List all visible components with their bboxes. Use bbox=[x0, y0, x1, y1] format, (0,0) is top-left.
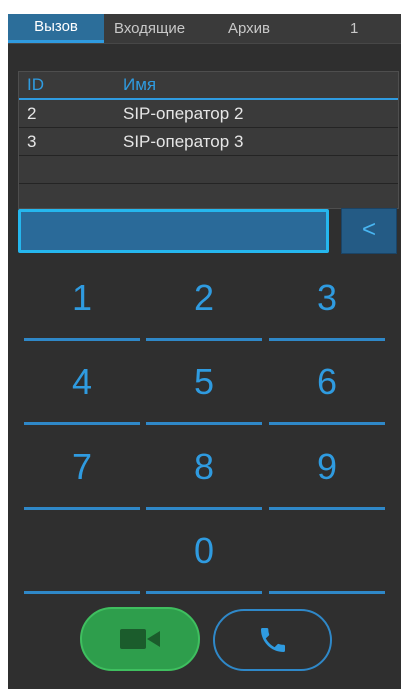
video-call-button[interactable] bbox=[80, 607, 200, 671]
row-id: 2 bbox=[27, 104, 37, 123]
keypad-key-5[interactable]: 5 bbox=[146, 351, 262, 427]
keypad-key-empty-left bbox=[24, 520, 140, 596]
table-header: ID Имя bbox=[19, 72, 398, 100]
keypad-key-empty-right bbox=[269, 520, 385, 596]
keypad-key-9[interactable]: 9 bbox=[269, 436, 385, 512]
row-name: SIP-оператор 2 bbox=[123, 104, 244, 123]
dial-number-input[interactable] bbox=[18, 209, 329, 253]
keypad-key-4[interactable]: 4 bbox=[24, 351, 140, 427]
voice-call-button[interactable] bbox=[213, 609, 332, 671]
keypad-key-0[interactable]: 0 bbox=[146, 520, 262, 596]
table-row-empty bbox=[19, 156, 398, 184]
row-id: 3 bbox=[27, 132, 37, 151]
table-row[interactable]: 3 SIP-оператор 3 bbox=[19, 128, 398, 156]
column-header-id: ID bbox=[27, 75, 44, 94]
video-camera-icon bbox=[120, 629, 160, 649]
operators-table: ID Имя 2 SIP-оператор 2 3 SIP-оператор 3 bbox=[18, 71, 399, 209]
row-name: SIP-оператор 3 bbox=[123, 132, 244, 151]
tab-archive[interactable]: Архив bbox=[228, 14, 270, 43]
phone-handset-icon bbox=[260, 628, 285, 652]
column-header-name: Имя bbox=[123, 75, 157, 94]
keypad-key-2[interactable]: 2 bbox=[146, 267, 262, 343]
phone-panel: Вызов Входящие Архив 1 ID Имя 2 SIP-опер… bbox=[8, 14, 401, 689]
keypad-key-8[interactable]: 8 bbox=[146, 436, 262, 512]
keypad-key-6[interactable]: 6 bbox=[269, 351, 385, 427]
tab-bar: Вызов Входящие Архив 1 bbox=[8, 14, 401, 44]
tab-incoming[interactable]: Входящие bbox=[114, 14, 185, 43]
tab-line-number[interactable]: 1 bbox=[350, 14, 358, 43]
keypad-key-3[interactable]: 3 bbox=[269, 267, 385, 343]
tab-call[interactable]: Вызов bbox=[8, 14, 104, 43]
keypad-key-7[interactable]: 7 bbox=[24, 436, 140, 512]
backspace-button[interactable]: < bbox=[341, 208, 397, 254]
table-row[interactable]: 2 SIP-оператор 2 bbox=[19, 100, 398, 128]
keypad-key-1[interactable]: 1 bbox=[24, 267, 140, 343]
